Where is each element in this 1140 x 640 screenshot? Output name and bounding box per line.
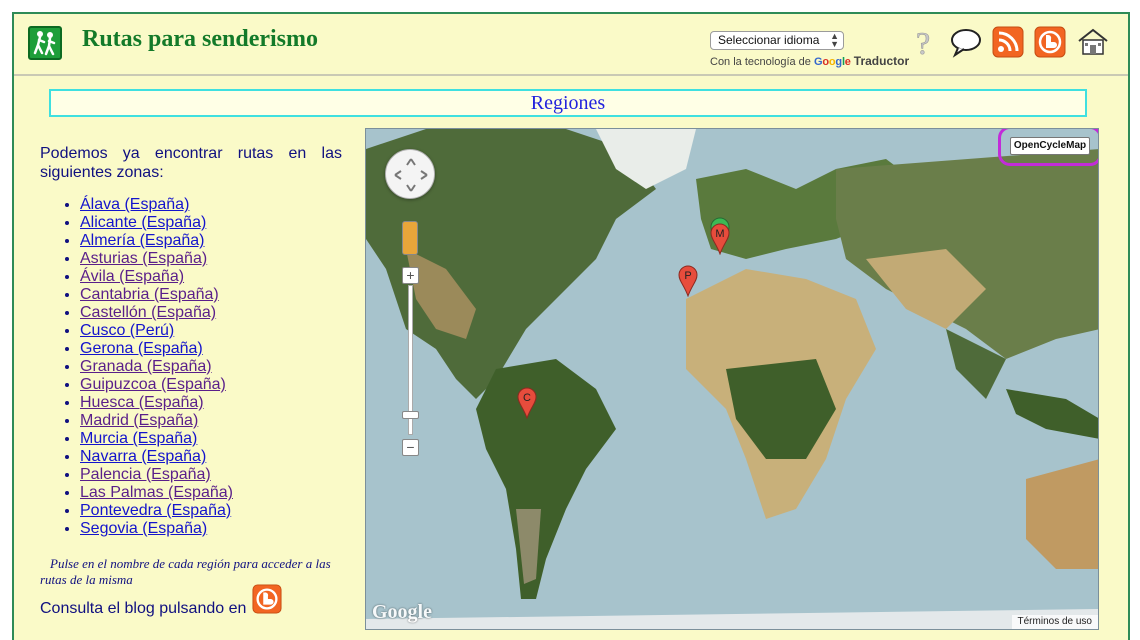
region-link[interactable]: Madrid (España)	[80, 412, 198, 429]
region-link[interactable]: Pontevedra (España)	[80, 502, 231, 519]
comment-icon[interactable]	[950, 26, 982, 58]
region-list-item: Palencia (España)	[80, 466, 233, 484]
region-list-item: Granada (España)	[80, 358, 233, 376]
map-marker-p[interactable]: P	[678, 265, 698, 298]
region-list-item: Las Palmas (España)	[80, 484, 233, 502]
region-list-item: Gerona (España)	[80, 340, 233, 358]
rss-icon[interactable]	[992, 26, 1024, 58]
region-list: Álava (España)Alicante (España)Almería (…	[80, 196, 233, 538]
blog-link-icon[interactable]	[252, 584, 282, 614]
zoom-in-button[interactable]: +	[402, 267, 419, 284]
home-icon[interactable]	[1076, 26, 1108, 58]
hikers-logo-icon[interactable]	[28, 26, 62, 60]
region-list-item: Murcia (España)	[80, 430, 233, 448]
google-wordmark: Google	[813, 56, 851, 68]
region-link[interactable]: Castellón (España)	[80, 304, 216, 321]
region-link[interactable]: Navarra (España)	[80, 448, 206, 465]
region-list-item: Segovia (España)	[80, 520, 233, 538]
satellite-map[interactable]: + − OpenCycleMap M P C Google Términos d…	[365, 128, 1099, 630]
header: Rutas para senderismo Seleccionar idioma…	[14, 14, 1128, 76]
region-link[interactable]: Palencia (España)	[80, 466, 211, 483]
region-list-item: Madrid (España)	[80, 412, 233, 430]
region-list-item: Guipuzcoa (España)	[80, 376, 233, 394]
help-icon[interactable]: ?	[910, 25, 942, 62]
region-link[interactable]: Almería (España)	[80, 232, 205, 249]
svg-text:P: P	[684, 270, 691, 282]
intro-text: Podemos ya encontrar rutas en las siguie…	[40, 145, 342, 181]
svg-text:C: C	[523, 392, 531, 404]
region-list-item: Ávila (España)	[80, 268, 233, 286]
terms-of-use-link[interactable]: Términos de uso	[1011, 615, 1098, 629]
region-list-item: Álava (España)	[80, 196, 233, 214]
region-list-item: Alicante (España)	[80, 214, 233, 232]
region-link[interactable]: Granada (España)	[80, 358, 212, 375]
zoom-out-button[interactable]: −	[402, 439, 419, 456]
powered-by: Con la tecnología de Google Traductor	[710, 54, 909, 68]
svg-text:M: M	[715, 228, 724, 240]
region-link[interactable]: Ávila (España)	[80, 268, 184, 285]
page-frame: Rutas para senderismo Seleccionar idioma…	[12, 12, 1130, 640]
select-arrows-icon: ▲ ▼	[830, 31, 839, 49]
region-list-item: Huesca (España)	[80, 394, 233, 412]
world-map-image	[366, 129, 1098, 629]
street-view-pegman-icon[interactable]	[402, 221, 418, 255]
blog-text: Consulta el blog pulsando en	[40, 600, 247, 617]
region-link[interactable]: Cusco (Perú)	[80, 322, 174, 339]
region-link[interactable]: Alicante (España)	[80, 214, 206, 231]
region-link[interactable]: Cantabria (España)	[80, 286, 219, 303]
translator-link[interactable]: Traductor	[854, 54, 909, 68]
region-list-item: Asturias (España)	[80, 250, 233, 268]
region-list-item: Navarra (España)	[80, 448, 233, 466]
instruction-note: Pulse en el nombre de cada región para a…	[40, 556, 331, 587]
region-list-item: Cusco (Perú)	[80, 322, 233, 340]
region-link[interactable]: Huesca (España)	[80, 394, 204, 411]
region-link[interactable]: Las Palmas (España)	[80, 484, 233, 501]
language-select[interactable]: Seleccionar idioma ▲ ▼	[710, 31, 844, 50]
map-marker-m[interactable]: M	[710, 223, 730, 256]
pan-control[interactable]	[385, 149, 435, 199]
region-link[interactable]: Gerona (España)	[80, 340, 203, 357]
region-list-item: Cantabria (España)	[80, 286, 233, 304]
svg-text:?: ?	[916, 26, 930, 61]
powered-prefix: Con la tecnología de	[710, 56, 811, 68]
site-title[interactable]: Rutas para senderismo	[82, 26, 318, 53]
region-list-item: Pontevedra (España)	[80, 502, 233, 520]
region-link[interactable]: Asturias (España)	[80, 250, 207, 267]
language-select-label: Seleccionar idioma	[718, 33, 820, 47]
region-link[interactable]: Álava (España)	[80, 196, 189, 213]
google-map-logo[interactable]: Google	[372, 601, 432, 624]
map-marker-c[interactable]: C	[517, 387, 537, 420]
region-link[interactable]: Segovia (España)	[80, 520, 207, 537]
opencyclemap-layer-button[interactable]: OpenCycleMap	[1010, 137, 1090, 155]
zoom-slider-thumb[interactable]	[402, 411, 419, 419]
blogger-icon[interactable]	[1034, 26, 1066, 58]
region-link[interactable]: Murcia (España)	[80, 430, 197, 447]
section-title: Regiones	[49, 89, 1087, 117]
region-list-item: Almería (España)	[80, 232, 233, 250]
region-link[interactable]: Guipuzcoa (España)	[80, 376, 226, 393]
region-list-item: Castellón (España)	[80, 304, 233, 322]
